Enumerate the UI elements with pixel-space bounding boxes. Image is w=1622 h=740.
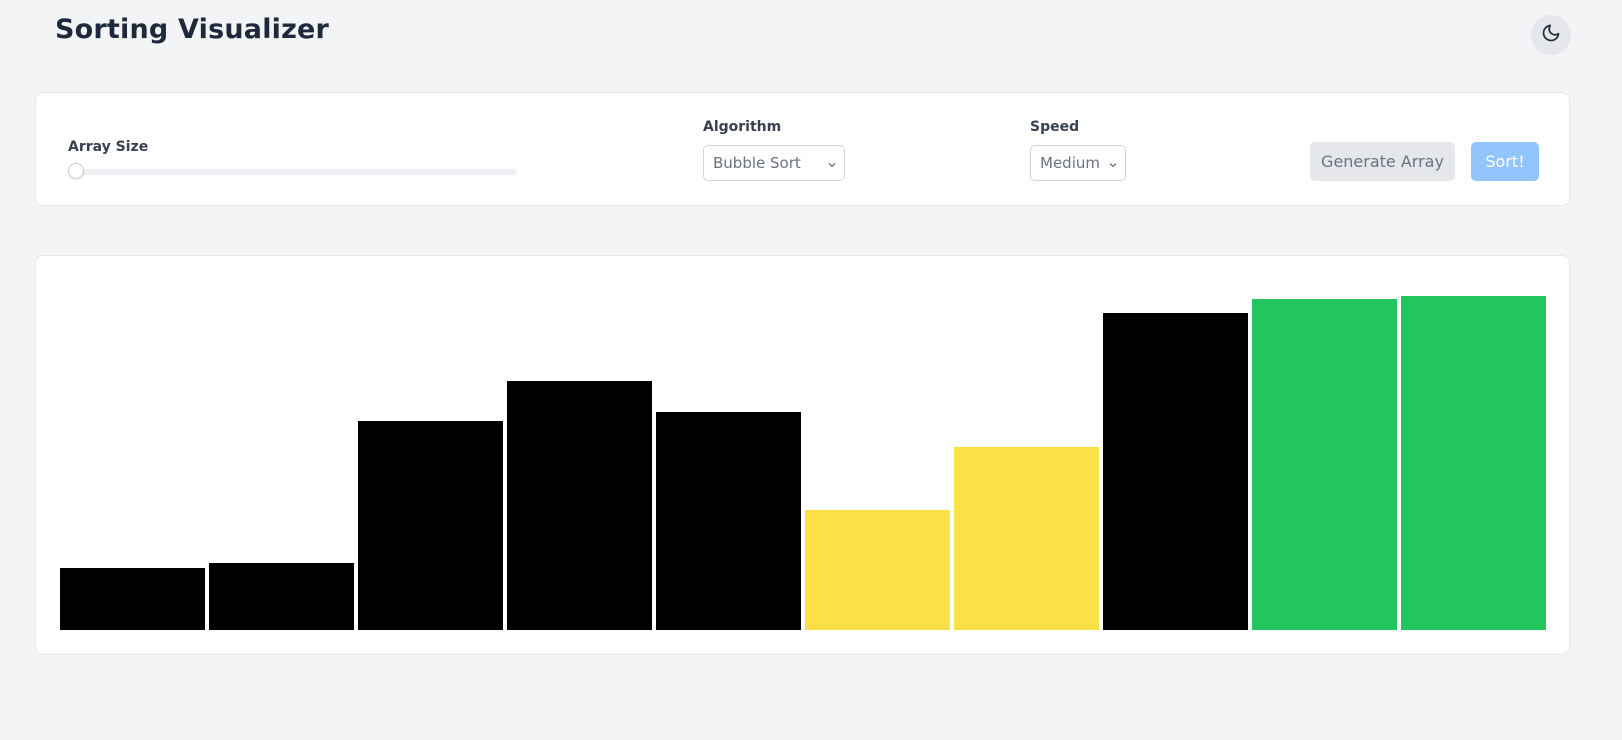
array-size-label: Array Size	[68, 139, 149, 155]
array-bar	[209, 563, 354, 630]
array-bar	[507, 381, 652, 630]
chevron-down-icon	[1107, 157, 1119, 175]
array-bar	[1252, 299, 1397, 630]
algorithm-select[interactable]: Bubble Sort	[703, 145, 845, 181]
speed-select[interactable]: Medium	[1030, 145, 1126, 181]
speed-select-value: Medium	[1040, 154, 1100, 172]
theme-toggle-button[interactable]	[1531, 15, 1571, 55]
slider-thumb[interactable]	[68, 163, 84, 179]
controls-panel: Array Size Algorithm Bubble Sort Speed M…	[35, 92, 1570, 206]
visualizer-panel	[35, 255, 1570, 655]
bars-container	[60, 296, 1546, 630]
array-bar	[656, 412, 801, 630]
sort-button[interactable]: Sort!	[1471, 142, 1539, 181]
array-size-slider[interactable]	[68, 163, 517, 179]
speed-label: Speed	[1030, 119, 1080, 135]
array-bar	[1401, 296, 1546, 630]
generate-array-button[interactable]: Generate Array	[1310, 142, 1455, 181]
array-bar	[805, 510, 950, 630]
array-bar	[60, 568, 205, 630]
array-bar	[954, 447, 1099, 630]
array-bar	[1103, 313, 1248, 630]
chevron-down-icon	[826, 157, 838, 175]
moon-icon	[1541, 23, 1561, 47]
page-title: Sorting Visualizer	[55, 14, 330, 45]
algorithm-label: Algorithm	[703, 119, 782, 135]
array-bar	[358, 421, 503, 630]
algorithm-select-value: Bubble Sort	[713, 154, 801, 172]
